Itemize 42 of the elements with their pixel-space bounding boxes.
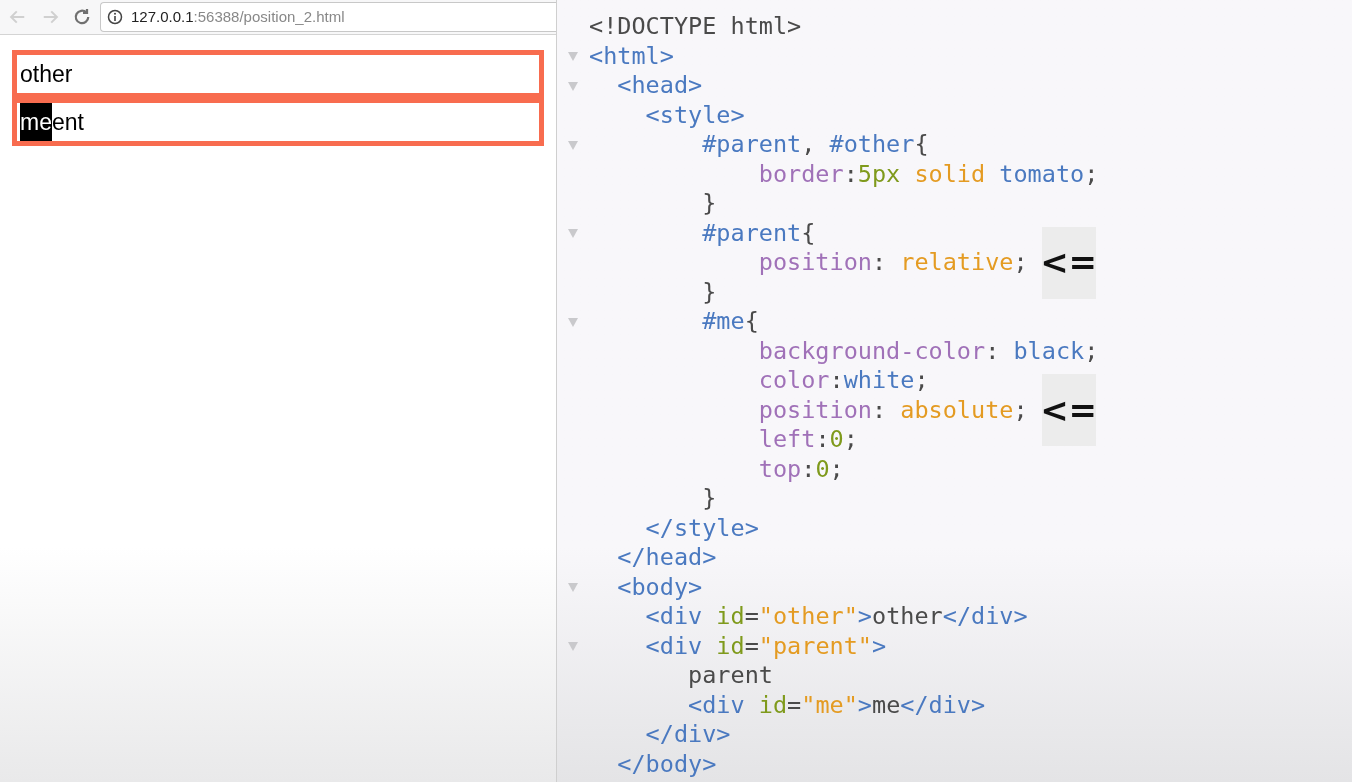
code-line: background-color: black; [757,336,1099,366]
code-line: <style> [644,100,745,130]
code-line: } [701,484,717,514]
reload-icon[interactable] [72,7,92,27]
code-line: left:0; [757,425,858,455]
url-text: 127.0.0.1:56388/position_2.html [131,6,345,27]
code-line: position: absolute; [757,395,1028,425]
fold-triangle-icon[interactable] [567,50,579,63]
fold-triangle-icon[interactable] [567,315,579,328]
code-line: } [701,189,717,219]
code-line: #parent{ [701,218,816,248]
code-line: <body> [616,572,703,602]
code-line: <div id="other">other</div> [644,602,1028,632]
code-line: </body> [616,749,717,779]
fold-triangle-icon[interactable] [567,138,579,151]
code-line: </div> [644,720,731,750]
code-line: position: relative; [757,248,1028,278]
fold-triangle-icon[interactable] [567,640,579,653]
address-bar[interactable]: 127.0.0.1:56388/position_2.html [100,2,556,32]
code-line: color:white; [757,366,929,396]
code-line: </head> [616,543,717,573]
code-line: </style> [644,513,759,543]
code-line: #me{ [701,307,759,337]
code-line: <html> [589,41,674,71]
page-text: ent [51,107,84,137]
code-line: <div id="parent"> [644,631,887,661]
code-line: border:5px solid tomato; [757,159,1099,189]
arrow-note: <= [1041,226,1096,299]
arrow-note: <= [1041,374,1096,447]
code-line: parent [687,661,773,691]
fold-triangle-icon[interactable] [567,581,579,594]
code-line: } [701,277,717,307]
fold-triangle-icon[interactable] [567,79,579,92]
code-line: top:0; [757,454,844,484]
info-icon [107,9,123,25]
fold-triangle-icon[interactable] [567,227,579,240]
overlay-text: me [20,103,52,141]
code-line: <div id="me">me</div> [687,690,986,720]
page-text: other [20,59,73,89]
code-line: #parent, #other{ [701,130,929,160]
code-line: <!DOCTYPE html> [589,12,802,42]
code-line: <head> [616,71,703,101]
